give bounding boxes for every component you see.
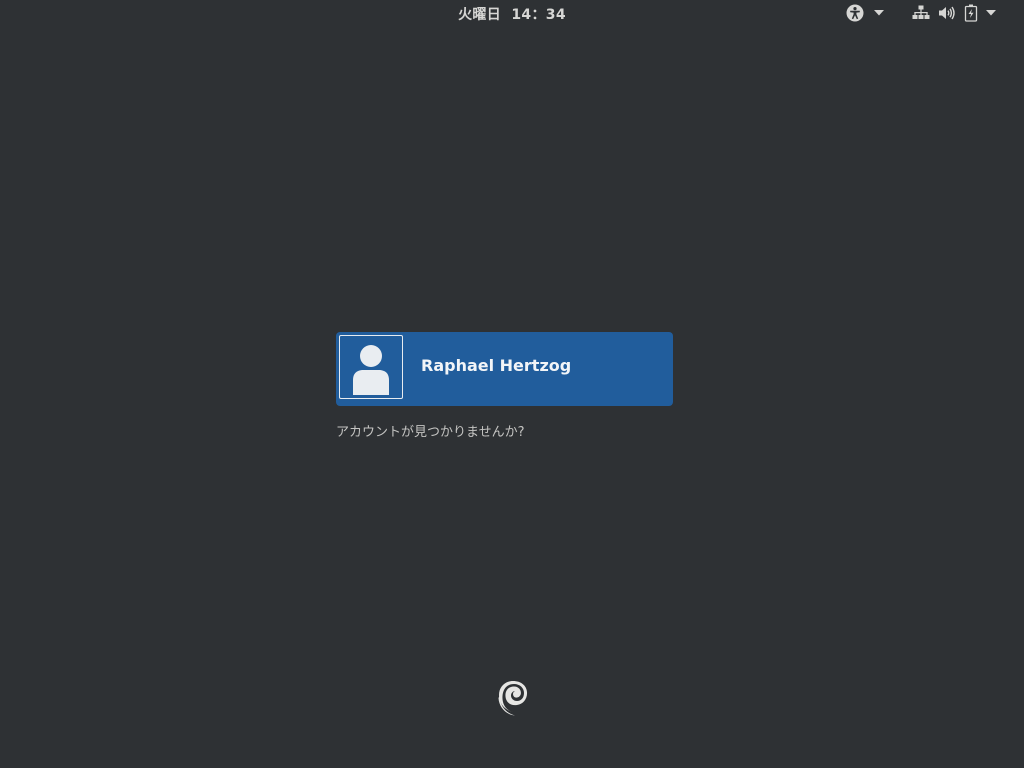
accessibility-icon [846, 4, 864, 22]
system-status-menu[interactable] [912, 3, 996, 23]
clock-day: 火曜日 [458, 7, 502, 23]
battery-charging-icon [964, 4, 978, 22]
gdm-login-screen: 火曜日 14：34 Raphael Hertzog アカウントが見つかりませんか… [0, 0, 1024, 768]
debian-logo [494, 674, 530, 718]
network-wired-icon [912, 5, 930, 21]
chevron-down-icon [874, 10, 884, 16]
avatar [339, 335, 403, 399]
top-bar: 火曜日 14：34 [0, 0, 1024, 27]
user-avatar-icon [353, 345, 389, 395]
volume-high-icon [938, 5, 956, 21]
clock-button[interactable]: 火曜日 14：34 [458, 7, 566, 23]
not-listed-link[interactable]: アカウントが見つかりませんか? [336, 421, 525, 440]
user-list-item[interactable]: Raphael Hertzog [336, 332, 673, 406]
user-name: Raphael Hertzog [421, 356, 572, 375]
accessibility-menu[interactable] [846, 3, 884, 23]
chevron-down-icon [986, 10, 996, 16]
clock-time: 14：34 [511, 7, 566, 23]
